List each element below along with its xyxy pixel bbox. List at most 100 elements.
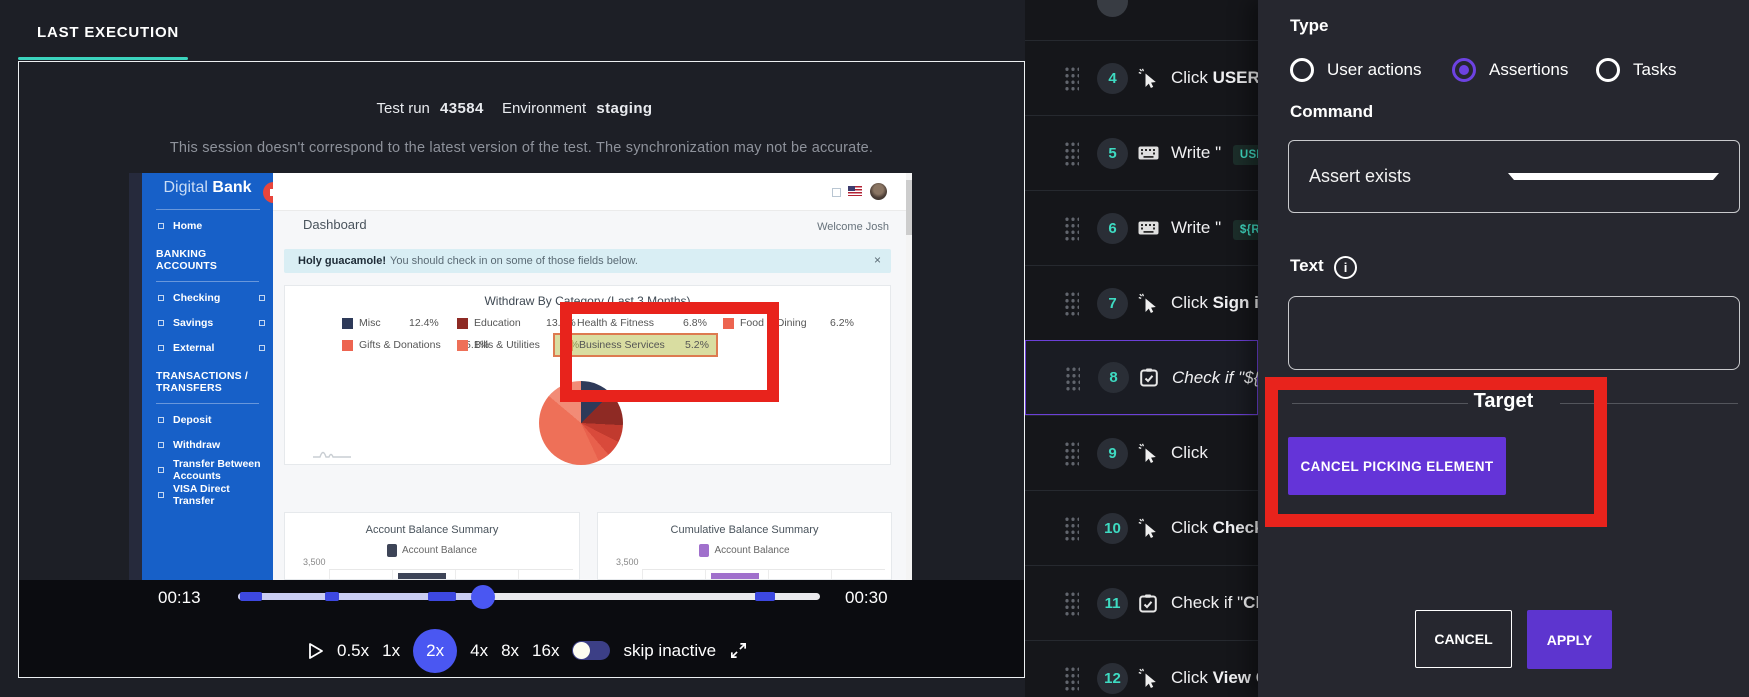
test-step-row-10[interactable]: 10 Click Check [1025,490,1258,565]
speed-2x-button[interactable]: 2x [413,628,458,673]
chart-bar [398,573,446,579]
sidebar-item-deposit[interactable]: Deposit [142,407,273,432]
test-step-row-6[interactable]: 6 Write " ${RE [1025,190,1258,265]
keyboard-icon [1137,221,1159,235]
apply-button[interactable]: APPLY [1527,610,1612,669]
legend-swatch [386,544,397,557]
step-properties-panel: Type User actions Assertions Tasks Comma… [1258,0,1749,697]
cursor-click-icon [1137,293,1159,314]
drag-handle-icon[interactable] [1063,665,1079,691]
radio-assertions[interactable]: Assertions [1452,58,1568,82]
skip-inactive-toggle[interactable] [572,641,611,660]
test-run-info: Test run 43584 Environment staging [18,100,1025,117]
cancel-button[interactable]: CANCEL [1415,610,1512,668]
step-description: Click Check [1171,518,1258,537]
video-left-strip [129,173,142,580]
step-number-badge: 8 [1098,362,1129,393]
radio-circle-selected-icon[interactable] [1452,58,1476,82]
type-section-label: Type [1290,16,1329,35]
summary-card-title: Account Balance Summary [365,524,499,536]
step-description: Write " USER [1171,143,1258,165]
test-step-row-12[interactable]: 12 Click View C [1025,640,1258,697]
sidebar-item-savings[interactable]: Savings [142,310,273,335]
radio-tasks[interactable]: Tasks [1596,58,1676,82]
assert-check-icon [1137,594,1159,613]
axis-tick-label: 3,500 [303,557,326,567]
timeline-step-marker[interactable] [755,592,775,601]
speed-label: 2x [426,640,445,660]
sidebar-item-transfer-between-accounts[interactable]: Transfer Between Accounts [142,457,273,482]
step-description: Click Sign in [1171,293,1258,312]
drag-handle-icon[interactable] [1063,140,1079,166]
alert-close-icon: × [873,253,881,267]
sidebar-item-label: VISA Direct Transfer [173,482,230,507]
info-icon[interactable]: i [1334,256,1357,279]
sidebar-item-checking[interactable]: Checking [142,285,273,310]
speed-8x-button[interactable]: 8x [501,641,519,661]
step-number-badge: 12 [1097,662,1128,694]
sidebar-item-home[interactable]: Home [142,213,273,238]
drag-handle-icon[interactable] [1063,65,1079,91]
bullet-square-icon [158,222,164,229]
playhead-handle[interactable] [471,585,495,609]
speed-16x-button[interactable]: 16x [532,641,559,661]
drag-handle-icon[interactable] [1063,590,1079,616]
execution-video-surface[interactable]: Digital Bank Home BANKING ACCOUNTS Checkin… [129,173,912,580]
speed-4x-button[interactable]: 4x [470,641,488,661]
summary-card-legend: Account Balance [598,544,891,557]
radio-circle-icon[interactable] [1596,58,1620,82]
text-section-label: Text [1290,256,1324,275]
test-step-row-11[interactable]: 11 Check if "Ch [1025,565,1258,640]
assertion-text-input[interactable] [1288,296,1740,370]
test-step-row-5[interactable]: 5 Write " USER [1025,115,1258,190]
test-step-row-8[interactable]: 8 Check if "${L [1025,340,1258,415]
bullet-square-icon [158,491,164,498]
sidebar-item-visa-direct-transfer[interactable]: VISA Direct Transfer [142,482,273,507]
sidebar-item-label: Withdraw [173,438,221,451]
legend-name: Bills & Utilities [474,339,540,351]
test-step-row-4[interactable]: 4 Click USERN [1025,40,1258,115]
bank-logo: Digital Bank [142,179,273,207]
session-warning-text: This session doesn't correspond to the l… [169,140,874,156]
step-number-badge: 10 [1097,512,1128,544]
timeline-step-marker[interactable] [325,592,339,601]
drag-handle-icon[interactable] [1064,364,1080,391]
radio-label: User actions [1327,60,1422,79]
summary-card-cumulative-balance-summary: Cumulative Balance Summary Account Balanc… [597,512,892,580]
play-button[interactable] [308,642,324,660]
sidebar-item-label: Home [173,219,203,232]
sidebar-item-external[interactable]: External [142,335,273,360]
command-select[interactable]: Assert exists [1288,140,1740,213]
sidebar-item-withdraw[interactable]: Withdraw [142,432,273,457]
timeline-step-marker[interactable] [428,592,456,601]
tab-last-execution[interactable]: LAST EXECUTION [37,24,179,41]
drag-handle-icon[interactable] [1063,440,1079,466]
sidebar-item-label: Checking [173,291,221,304]
step-number-badge: 6 [1097,212,1128,244]
test-step-row-7[interactable]: 7 Click Sign in [1025,265,1258,340]
radio-user-actions[interactable]: User actions [1290,58,1421,82]
test-step-row-9[interactable]: 9 Click [1025,415,1258,490]
summary-card-account-balance-summary: Account Balance Summary Account Balance 3,… [284,512,580,580]
us-flag-icon [848,186,862,196]
legend-swatch [342,339,353,351]
command-section-label: Command [1290,102,1374,121]
step-number-badge: 7 [1097,287,1128,319]
sidebar-item-label: Savings [173,316,214,329]
legend-name: Account Balance [714,545,790,556]
legend-name: Education [474,317,521,329]
drag-handle-icon[interactable] [1063,290,1079,316]
speed-0.5x-button[interactable]: 0.5x [337,641,369,661]
drag-handle-icon[interactable] [1063,215,1079,241]
radio-circle-icon[interactable] [1290,58,1314,82]
timeline-step-marker[interactable] [240,592,262,601]
fullscreen-icon[interactable] [729,641,748,660]
cursor-click-icon [1137,443,1159,464]
speed-1x-button[interactable]: 1x [382,641,400,661]
bank-logo-light: Digital [163,179,208,196]
page-title: Dashboard [303,217,367,232]
legend-item-education: Education13.3% [457,317,576,329]
drag-handle-icon[interactable] [1063,515,1079,541]
variable-badge: USER [1232,145,1258,165]
bank-topbar [273,173,912,211]
